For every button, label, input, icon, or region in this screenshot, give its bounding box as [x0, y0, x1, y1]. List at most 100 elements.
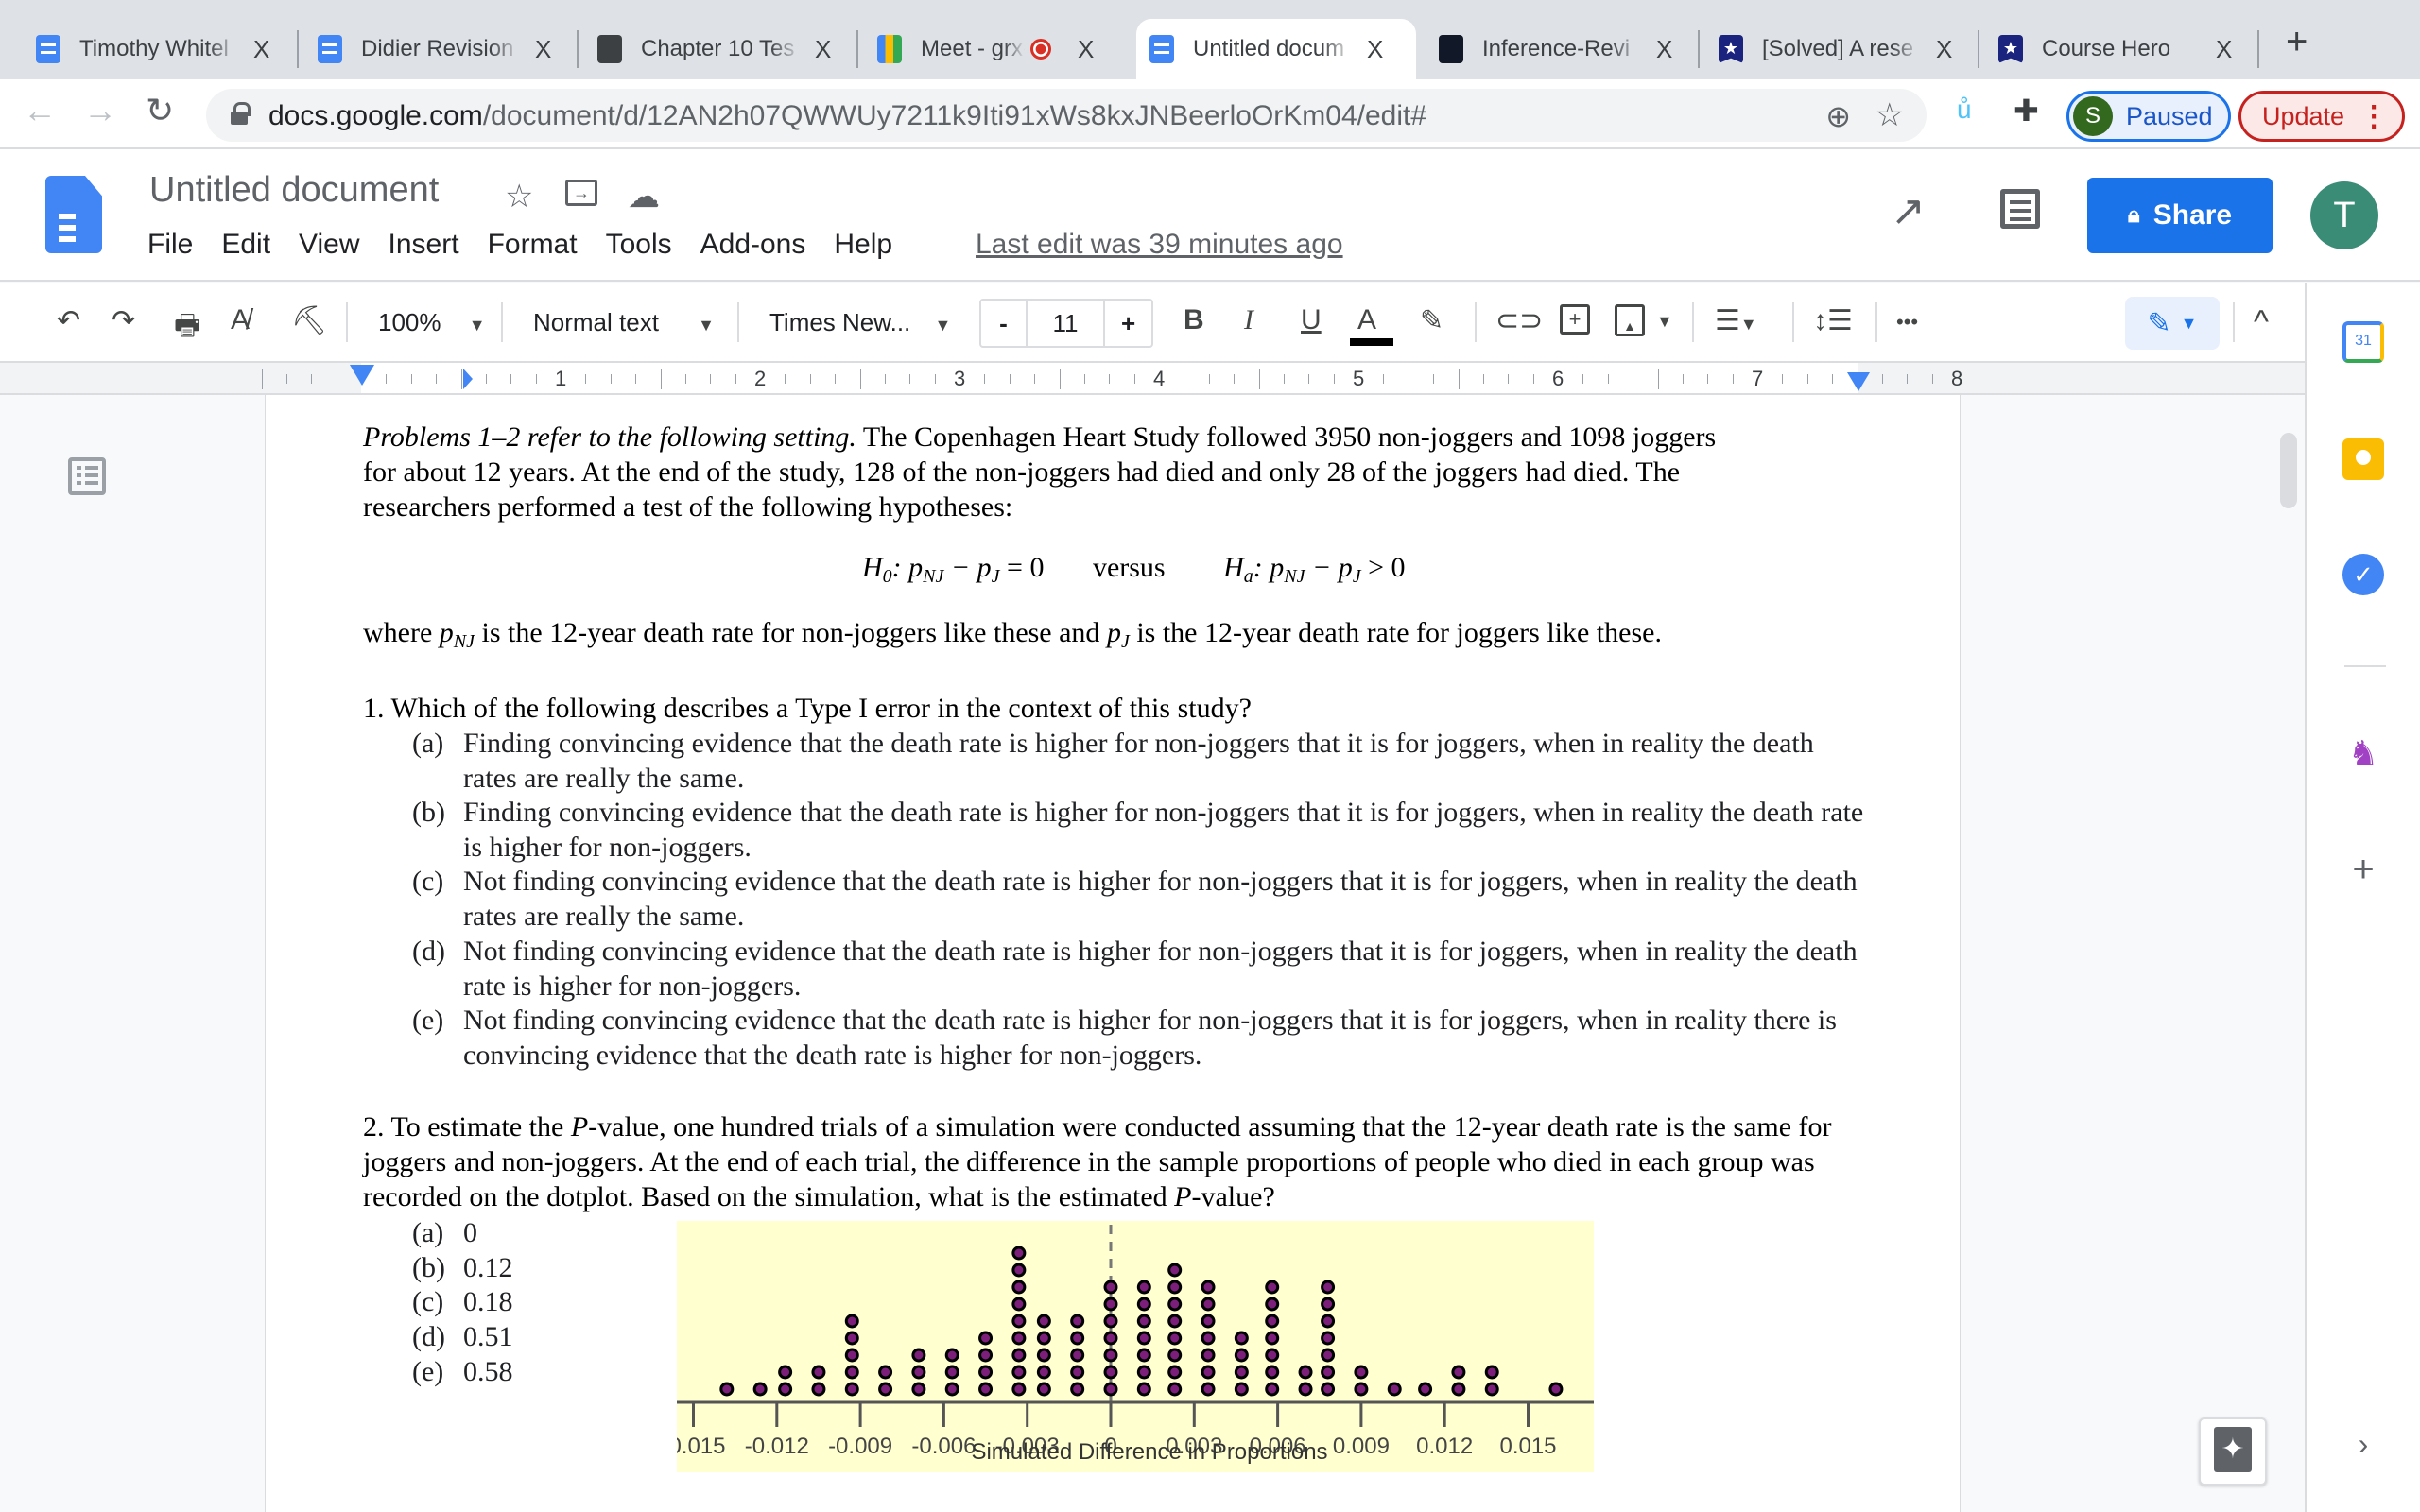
reload-button[interactable]: ↻ [146, 91, 174, 130]
browser-tab[interactable]: ★ [Solved] A rese X [1705, 19, 1976, 79]
menu-tools[interactable]: Tools [606, 229, 672, 261]
zoom-icon[interactable]: ⊕ [1825, 98, 1851, 134]
zoom-select[interactable]: 100% ▼ [378, 308, 486, 337]
account-avatar[interactable]: T [2310, 181, 2378, 249]
menu-file[interactable]: File [147, 229, 193, 261]
data-dot [1103, 1365, 1118, 1380]
paint-format-icon[interactable]: ⛏︎ [291, 304, 327, 337]
browser-tab[interactable]: Timothy Whitel X [23, 19, 293, 79]
ruler-tick [1433, 374, 1435, 384]
unicorn-addon-icon[interactable]: ♞ [2342, 733, 2384, 775]
paragraph-style-select[interactable]: Normal text ▼ [533, 308, 715, 337]
editing-mode-button[interactable]: ✎ ▼ [2125, 297, 2220, 350]
browser-tab[interactable]: Didier Revision X [304, 19, 575, 79]
data-dot [1201, 1331, 1216, 1346]
menu-insert[interactable]: Insert [389, 229, 459, 261]
insert-link-icon[interactable]: ⊂⊃ [1495, 304, 1543, 337]
data-dot [1451, 1382, 1466, 1397]
font-size-input[interactable]: 11 [1028, 301, 1106, 346]
decrease-font-size-button[interactable]: - [981, 301, 1028, 346]
intro-paragraph: Problems 1–2 refer to the following sett… [363, 421, 1717, 523]
move-to-folder-icon[interactable]: → [565, 180, 597, 206]
align-icon[interactable]: ☰▼ [1715, 304, 1757, 337]
ruler-number: 4 [1153, 367, 1166, 390]
browser-tab[interactable]: Chapter 10 Tes X [584, 19, 855, 79]
share-button[interactable]: 🔒︎ Share [2087, 178, 2273, 253]
recording-icon [1030, 39, 1051, 60]
cloud-saved-icon[interactable]: ☁ [628, 178, 660, 215]
font-size-stepper[interactable]: - 11 + [979, 299, 1153, 348]
back-button[interactable]: ← [23, 91, 57, 130]
browser-tab[interactable]: ★ Course Hero X [1985, 19, 2259, 79]
close-tab-icon[interactable]: X [815, 35, 831, 64]
tab-title: [Solved] A rese [1762, 36, 1914, 61]
italic-button[interactable]: I [1244, 304, 1253, 336]
redo-icon[interactable]: ↷ [112, 304, 135, 337]
insert-image-dropdown[interactable]: ▼ [1656, 312, 1673, 332]
text-color-button[interactable]: A [1350, 304, 1393, 346]
data-dot [878, 1382, 893, 1397]
underline-button[interactable]: U [1301, 304, 1322, 336]
close-tab-icon[interactable]: X [1367, 35, 1383, 64]
activity-dashboard-icon[interactable]: ↗ [1891, 187, 1926, 235]
insert-image-icon[interactable]: ▲ [1615, 304, 1645, 336]
ruler-tick [1657, 369, 1659, 389]
bookmark-star-icon[interactable]: ☆ [1876, 96, 1904, 134]
increase-font-size-button[interactable]: + [1105, 301, 1151, 346]
forward-button[interactable]: → [83, 91, 117, 130]
ruler-tick [660, 369, 662, 389]
browser-tab[interactable]: Inference-Revi X [1426, 19, 1696, 79]
browser-tab-active[interactable]: Untitled docum X [1136, 19, 1416, 79]
google-docs-logo[interactable] [45, 176, 102, 253]
undo-icon[interactable]: ↶ [57, 304, 80, 337]
first-line-indent-marker[interactable] [463, 369, 473, 389]
highlight-color-icon[interactable]: ✎ [1420, 304, 1443, 337]
url-text[interactable]: docs.google.com/document/d/12AN2h07QWWUy… [268, 100, 1426, 132]
document-outline-icon[interactable] [68, 457, 106, 495]
address-bar[interactable]: docs.google.com/document/d/12AN2h07QWWUy… [206, 89, 1927, 142]
document-title[interactable]: Untitled document [149, 170, 439, 211]
more-options-icon[interactable]: ••• [1896, 310, 1918, 335]
line-spacing-icon[interactable]: ↕☰ [1813, 304, 1853, 337]
right-indent-marker[interactable] [1847, 372, 1870, 391]
menu-help[interactable]: Help [834, 229, 892, 261]
menu-format[interactable]: Format [488, 229, 578, 261]
vertical-scrollbar[interactable] [2280, 433, 2297, 508]
google-keep-icon[interactable] [2342, 438, 2384, 480]
add-comment-icon[interactable]: + [1560, 304, 1590, 335]
owl-extension-icon[interactable]: ů [1957, 94, 1972, 125]
ruler-tick [1881, 374, 1883, 384]
google-calendar-icon[interactable]: 31 [2342, 321, 2384, 363]
close-tab-icon[interactable]: X [1656, 35, 1672, 64]
browser-tab[interactable]: Meet - grx- X [864, 19, 1134, 79]
profile-button[interactable]: S Paused [2066, 91, 2231, 142]
data-dot [1011, 1297, 1027, 1312]
font-select[interactable]: Times New... ▼ [769, 308, 951, 337]
comments-icon[interactable] [2000, 189, 2040, 229]
expand-side-panel-icon[interactable]: › [2342, 1423, 2384, 1465]
add-addon-icon[interactable]: + [2342, 849, 2384, 890]
star-icon[interactable]: ☆ [505, 178, 533, 215]
ruler-tick [1582, 374, 1584, 384]
left-indent-marker[interactable] [350, 365, 374, 386]
explore-button[interactable] [2199, 1418, 2267, 1486]
pencil-icon: ✎ [2147, 307, 2171, 339]
close-tab-icon[interactable]: X [2216, 35, 2232, 64]
google-tasks-icon[interactable]: ✓ [2342, 554, 2384, 595]
collapse-menus-icon[interactable]: ^ [2254, 304, 2269, 341]
bold-button[interactable]: B [1184, 304, 1204, 336]
close-tab-icon[interactable]: X [535, 35, 551, 64]
close-tab-icon[interactable]: X [253, 35, 269, 64]
close-tab-icon[interactable]: X [1936, 35, 1952, 64]
menu-view[interactable]: View [299, 229, 359, 261]
tab-title: Didier Revision [361, 36, 514, 61]
last-edit-link[interactable]: Last edit was 39 minutes ago [976, 229, 1343, 261]
extensions-puzzle-icon[interactable]: ✚ [2014, 93, 2039, 129]
print-icon[interactable]: 🖶︎ [174, 304, 200, 352]
spellcheck-icon[interactable]: A̸ [231, 304, 250, 336]
menu-add-ons[interactable]: Add-ons [700, 229, 806, 261]
close-tab-icon[interactable]: X [1078, 35, 1094, 64]
menu-edit[interactable]: Edit [221, 229, 270, 261]
update-button[interactable]: Update ⋮ [2238, 91, 2405, 142]
new-tab-button[interactable]: + [2286, 21, 2308, 63]
